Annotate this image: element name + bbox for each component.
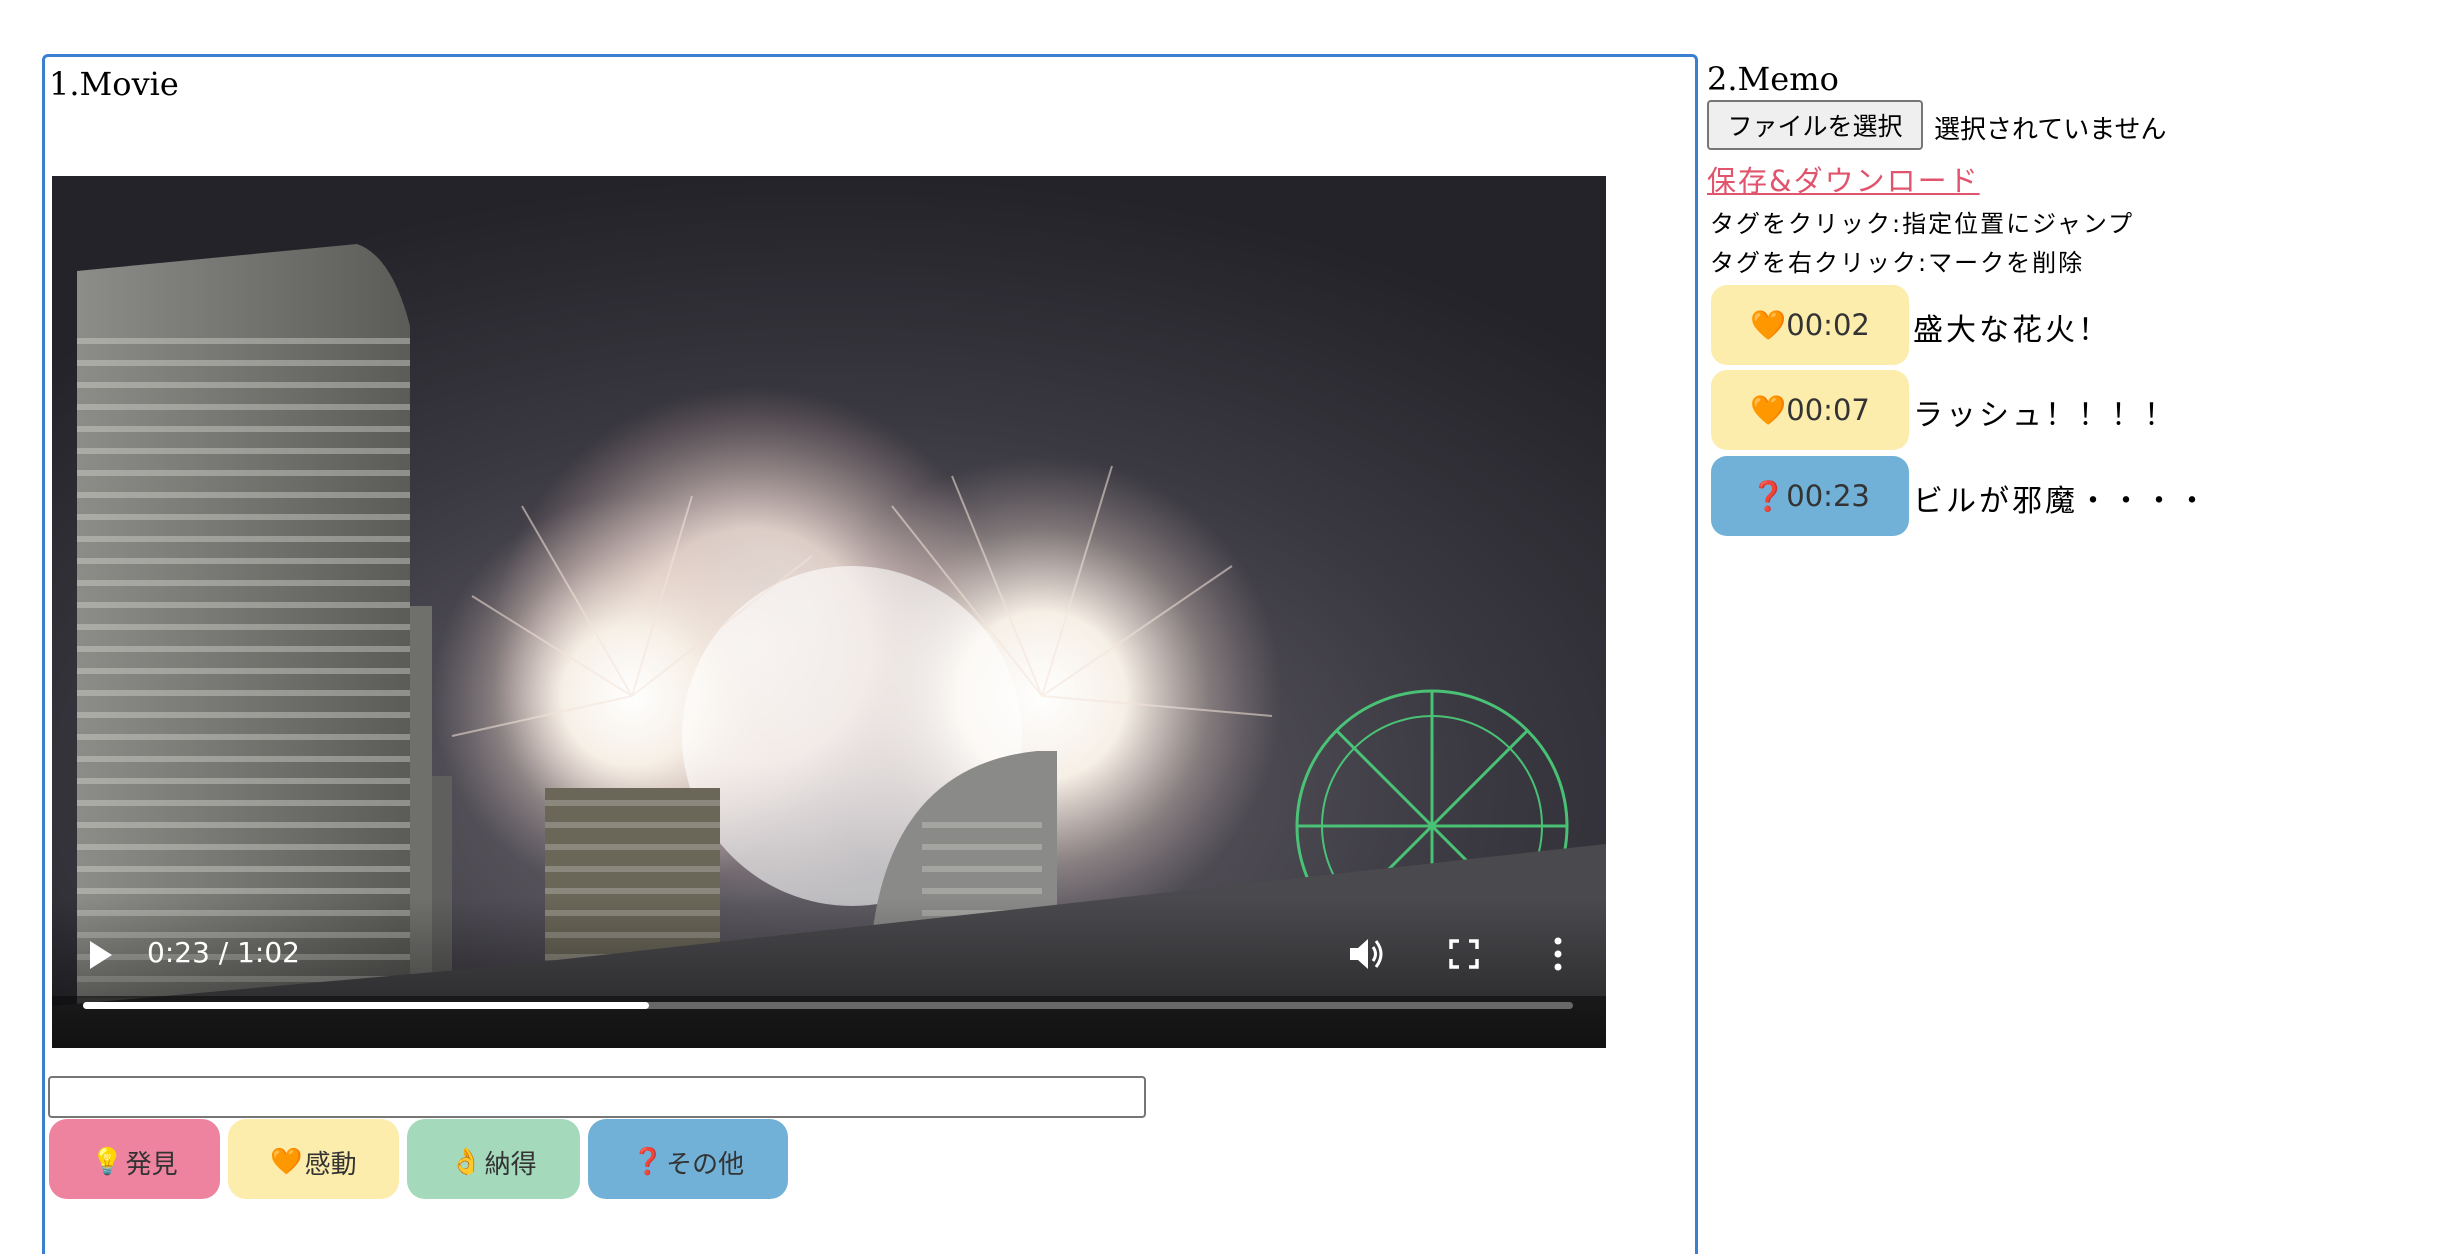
orange-heart-icon: 🧡 [270, 1147, 303, 1177]
progress-bar[interactable] [83, 1002, 1573, 1009]
fullscreen-icon[interactable] [1448, 938, 1480, 970]
progress-fill [83, 1002, 650, 1009]
mark-tag[interactable]: 🧡 00:07 [1711, 370, 1909, 450]
hint-right-click-delete: タグを右クリック:マークを削除 [1710, 249, 2085, 277]
tag-button-impressed[interactable]: 🧡 感動 [228, 1119, 399, 1199]
save-download-link[interactable]: 保存&ダウンロード [1707, 158, 1980, 200]
mark-text: 盛大な花火！ [1913, 313, 2111, 348]
lightbulb-icon: 💡 [91, 1147, 124, 1177]
mark-tag[interactable]: ❓ 00:23 [1711, 456, 1909, 536]
tag-button-other[interactable]: ❓ その他 [588, 1119, 788, 1199]
file-status-text: 選択されていません [1934, 115, 2167, 145]
memo-section-title: 2.Memo [1707, 60, 1839, 98]
tag-button-label: 納得 [484, 1149, 537, 1180]
time-display: 0:23 / 1:02 [147, 936, 300, 969]
tag-button-discovery[interactable]: 💡 発見 [49, 1119, 220, 1199]
mark-tag[interactable]: 🧡 00:02 [1711, 285, 1909, 365]
memo-text-input[interactable] [48, 1076, 1146, 1118]
tag-button-label: その他 [666, 1149, 745, 1180]
volume-icon[interactable] [1348, 936, 1388, 972]
ok-hand-icon: 👌 [450, 1147, 483, 1177]
orange-heart-icon: 🧡 [1750, 307, 1787, 342]
video-player[interactable]: 0:23 / 1:02 [52, 176, 1606, 1048]
more-options-icon[interactable] [1552, 936, 1564, 972]
tag-button-label: 発見 [125, 1149, 178, 1180]
hint-click-jump: タグをクリック:指定位置にジャンプ [1710, 210, 2135, 238]
orange-heart-icon: 🧡 [1750, 392, 1787, 427]
question-mark-icon: ❓ [631, 1147, 665, 1177]
tag-button-label: 感動 [304, 1149, 357, 1180]
mark-time: 00:02 [1786, 308, 1870, 342]
question-mark-icon: ❓ [1750, 478, 1787, 513]
mark-text: ビルが邪魔・・・・ [1913, 484, 2210, 519]
movie-panel: 1.Movie 0:23 / 1:02 💡 発見 🧡 感動 👌 納得 ❓ その他 [42, 54, 1698, 1254]
mark-text: ラッシュ！！！！ [1913, 398, 2177, 433]
controls-overlay [52, 898, 1606, 1048]
play-icon[interactable] [88, 940, 114, 970]
mark-time: 00:23 [1786, 479, 1870, 513]
choose-file-button[interactable]: ファイルを選択 [1707, 100, 1923, 150]
mark-time: 00:07 [1786, 393, 1870, 427]
tag-button-convinced[interactable]: 👌 納得 [407, 1119, 580, 1199]
movie-section-title: 1.Movie [49, 65, 179, 103]
